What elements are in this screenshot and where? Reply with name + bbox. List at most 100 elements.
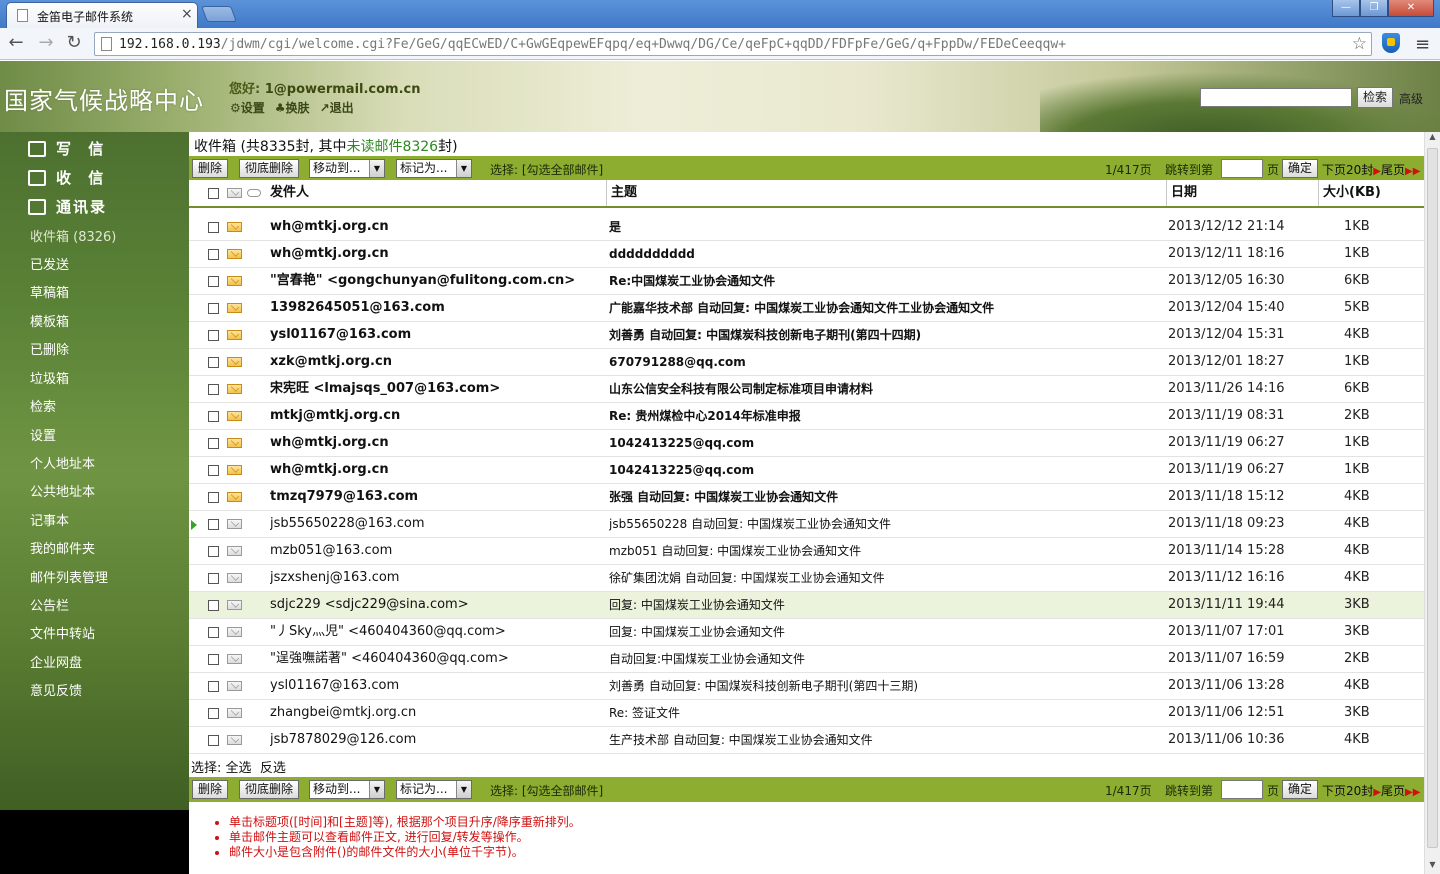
- row-sender[interactable]: jsb7878029@126.com: [270, 727, 600, 753]
- row-subject[interactable]: dddddddddd: [609, 241, 1159, 267]
- row-subject[interactable]: 1042413225@qq.com: [609, 457, 1159, 483]
- table-row[interactable]: "宫春艳" <gongchunyan@fulitong.com.cn> Re:中国…: [189, 268, 1424, 295]
- bookmark-star-icon[interactable]: ☆: [1352, 34, 1367, 54]
- search-button[interactable]: 检索: [1357, 87, 1393, 108]
- table-row[interactable]: zhangbei@mtkj.org.cn Re: 签证文件 2013/11/06 1…: [189, 700, 1424, 727]
- sidebar-item-my-folders[interactable]: 我的邮件夹: [30, 538, 95, 557]
- row-checkbox[interactable]: [208, 330, 219, 341]
- select-all-link[interactable]: 选择: [勾选全部邮件]: [490, 161, 603, 178]
- row-checkbox[interactable]: [208, 465, 219, 476]
- table-row[interactable]: jsb7878029@126.com 生产技术部 自动回复: 中国煤炭工业协会通知…: [189, 727, 1424, 754]
- skin-link[interactable]: ♣换肤: [275, 99, 310, 116]
- row-subject[interactable]: 刘善勇 自动回复: 中国煤炭科技创新电子期刊(第四十三期): [609, 673, 1159, 699]
- row-subject[interactable]: 自动回复:中国煤炭工业协会通知文件: [609, 646, 1159, 672]
- row-checkbox[interactable]: [208, 384, 219, 395]
- row-subject[interactable]: Re: 签证文件: [609, 700, 1159, 726]
- delete-button[interactable]: 删除: [192, 159, 229, 178]
- row-sender[interactable]: 13982645051@163.com: [270, 295, 600, 321]
- row-checkbox[interactable]: [208, 276, 219, 287]
- row-checkbox[interactable]: [208, 573, 219, 584]
- table-row[interactable]: mtkj@mtkj.org.cn Re: 贵州煤检中心2014年标准申报 2013/…: [189, 403, 1424, 430]
- purge-button-bottom[interactable]: 彻底删除: [239, 780, 300, 799]
- row-sender[interactable]: wh@mtkj.org.cn: [270, 214, 600, 240]
- logout-link[interactable]: ↗退出: [320, 99, 354, 116]
- row-sender[interactable]: "丿Sky灬児" <460404360@qq.com>: [270, 619, 600, 645]
- mark-as-select-bottom[interactable]: 标记为... ▼: [396, 780, 472, 799]
- row-subject[interactable]: jsb55650228 自动回复: 中国煤炭工业协会通知文件: [609, 511, 1159, 537]
- row-sender[interactable]: sdjc229 <sdjc229@sina.com>: [270, 592, 600, 618]
- table-row[interactable]: "逞強嘸諾著" <460404360@qq.com> 自动回复:中国煤炭工业协会通…: [189, 646, 1424, 673]
- row-subject[interactable]: Re: 贵州煤检中心2014年标准申报: [609, 403, 1159, 429]
- row-subject[interactable]: mzb051 自动回复: 中国煤炭工业协会通知文件: [609, 538, 1159, 564]
- table-row[interactable]: "丿Sky灬児" <460404360@qq.com> 回复: 中国煤炭工业协会通…: [189, 619, 1424, 646]
- sidebar-item-deleted[interactable]: 已删除: [30, 339, 69, 358]
- sidebar-item-settings[interactable]: 设置: [30, 425, 56, 444]
- jump-confirm-button[interactable]: 确定: [1282, 159, 1319, 178]
- new-tab-button[interactable]: [201, 6, 237, 22]
- row-subject[interactable]: 1042413225@qq.com: [609, 430, 1159, 456]
- row-sender[interactable]: zhangbei@mtkj.org.cn: [270, 700, 600, 726]
- row-subject[interactable]: 刘善勇 自动回复: 中国煤炭科技创新电子期刊(第四十四期): [609, 322, 1159, 348]
- row-subject[interactable]: 回复: 中国煤炭工业协会通知文件: [609, 619, 1159, 645]
- row-sender[interactable]: "宫春艳" <gongchunyan@fulitong.com.cn>: [270, 268, 600, 294]
- size-column-header[interactable]: 大小(KB): [1318, 180, 1424, 206]
- sidebar-item-netdisk[interactable]: 企业网盘: [30, 652, 82, 671]
- row-checkbox[interactable]: [208, 546, 219, 557]
- search-input[interactable]: [1200, 88, 1352, 107]
- table-row[interactable]: jszxshenj@163.com 徐矿集团沈娟 自动回复: 中国煤炭工业协会通知…: [189, 565, 1424, 592]
- sidebar-item-file-transfer[interactable]: 文件中转站: [30, 623, 95, 642]
- table-row[interactable]: wh@mtkj.org.cn 1042413225@qq.com 2013/11/1…: [189, 457, 1424, 484]
- sidebar-item-public-addressbook[interactable]: 公共地址本: [30, 481, 95, 500]
- invert-select-link[interactable]: 反选: [260, 761, 286, 776]
- row-sender[interactable]: "逞強嘸諾著" <460404360@qq.com>: [270, 646, 600, 672]
- sidebar-item-inbox[interactable]: 收件箱 (8326): [30, 226, 116, 245]
- row-checkbox[interactable]: [208, 681, 219, 692]
- compose-nav[interactable]: 写 信: [28, 138, 109, 159]
- row-subject[interactable]: 山东公信安全科技有限公司制定标准项目申请材料: [609, 376, 1159, 402]
- row-sender[interactable]: wh@mtkj.org.cn: [270, 457, 600, 483]
- contacts-nav[interactable]: 通讯录: [28, 196, 107, 217]
- row-subject[interactable]: Re:中国煤炭工业协会通知文件: [609, 268, 1159, 294]
- mark-as-select[interactable]: 标记为... ▼: [396, 159, 472, 178]
- table-row[interactable]: ysl01167@163.com 刘善勇 自动回复: 中国煤炭科技创新电子期刊(第…: [189, 673, 1424, 700]
- row-sender[interactable]: mtkj@mtkj.org.cn: [270, 403, 600, 429]
- sidebar-item-search[interactable]: 检索: [30, 396, 56, 415]
- row-subject[interactable]: 670791288@qq.com: [609, 349, 1159, 375]
- jump-page-input-bottom[interactable]: [1221, 780, 1263, 799]
- row-subject[interactable]: 生产技术部 自动回复: 中国煤炭工业协会通知文件: [609, 727, 1159, 753]
- table-row[interactable]: mzb051@163.com mzb051 自动回复: 中国煤炭工业协会通知文件 2…: [189, 538, 1424, 565]
- purge-button[interactable]: 彻底删除: [239, 159, 300, 178]
- scroll-up-icon[interactable]: ▲: [1425, 132, 1440, 146]
- table-row[interactable]: tmzq7979@163.com 张强 自动回复: 中国煤炭工业协会通知文件 201…: [189, 484, 1424, 511]
- row-sender[interactable]: wh@mtkj.org.cn: [270, 430, 600, 456]
- sidebar-item-bulletin[interactable]: 公告栏: [30, 595, 69, 614]
- settings-link[interactable]: ⚙设置: [230, 99, 265, 116]
- page-scrollbar[interactable]: ▲ ▼: [1424, 132, 1440, 874]
- table-row[interactable]: xzk@mtkj.org.cn 670791288@qq.com 2013/12/0…: [189, 349, 1424, 376]
- jump-confirm-button-bottom[interactable]: 确定: [1282, 780, 1319, 799]
- row-sender[interactable]: jszxshenj@163.com: [270, 565, 600, 591]
- row-checkbox[interactable]: [208, 222, 219, 233]
- table-row[interactable]: wh@mtkj.org.cn 是 2013/12/12 21:14 1KB: [189, 214, 1424, 241]
- inbox-nav[interactable]: 收 信: [28, 167, 109, 188]
- unread-count-link[interactable]: 未读邮件8326: [346, 139, 438, 155]
- sidebar-item-personal-addressbook[interactable]: 个人地址本: [30, 453, 95, 472]
- row-checkbox[interactable]: [208, 411, 219, 422]
- table-row[interactable]: wh@mtkj.org.cn 1042413225@qq.com 2013/11/1…: [189, 430, 1424, 457]
- sidebar-item-templates[interactable]: 模板箱: [30, 311, 69, 330]
- sidebar-item-feedback[interactable]: 意见反馈: [30, 680, 82, 699]
- scroll-down-icon[interactable]: ▼: [1425, 860, 1440, 874]
- row-sender[interactable]: ysl01167@163.com: [270, 322, 600, 348]
- sender-column-header[interactable]: 发件人: [266, 180, 606, 206]
- row-sender[interactable]: tmzq7979@163.com: [270, 484, 600, 510]
- row-checkbox[interactable]: [208, 492, 219, 503]
- move-to-select[interactable]: 移动到... ▼: [309, 159, 385, 178]
- row-checkbox[interactable]: [208, 519, 219, 530]
- table-row[interactable]: wh@mtkj.org.cn dddddddddd 2013/12/11 18:16…: [189, 241, 1424, 268]
- back-arrow-icon[interactable]: ←: [6, 33, 26, 53]
- select-all-text-link[interactable]: 全选: [226, 761, 252, 776]
- extension-shield-icon[interactable]: [1382, 33, 1400, 53]
- table-row[interactable]: jsb55650228@163.com jsb55650228 自动回复: 中国煤…: [189, 511, 1424, 538]
- advanced-search-link[interactable]: 高级: [1399, 90, 1423, 107]
- row-checkbox[interactable]: [208, 438, 219, 449]
